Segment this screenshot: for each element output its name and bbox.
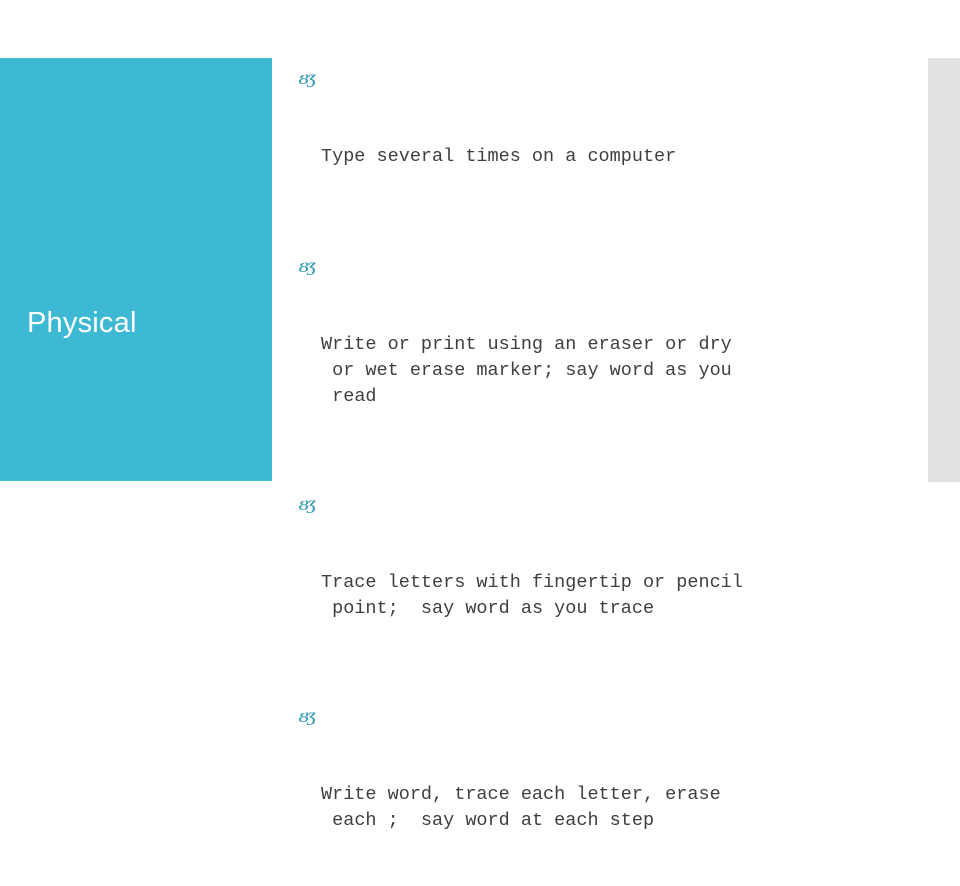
- bullet-ornament-icon: ȢƷ: [299, 710, 316, 726]
- list-item: ȢƷ Type several times on a computer: [299, 66, 899, 222]
- list-item-text: Write or print using an eraser or dry or…: [321, 334, 732, 407]
- slide-canvas: Physical ȢƷ Type several times on a comp…: [0, 0, 960, 831]
- bullet-list: ȢƷ Type several times on a computer ȢƷ W…: [299, 66, 899, 886]
- list-item: ȢƷ Write word, trace each letter, erase …: [299, 704, 899, 886]
- list-item-text: Write word, trace each letter, erase eac…: [321, 784, 721, 831]
- page-title: Physical: [27, 307, 137, 339]
- list-item-text: Type several times on a computer: [321, 146, 677, 167]
- right-edge-strip: [928, 58, 960, 482]
- bullet-ornament-icon: ȢƷ: [299, 260, 316, 276]
- bullet-ornament-icon: ȢƷ: [299, 498, 316, 514]
- list-item: ȢƷ Write or print using an eraser or dry…: [299, 254, 899, 462]
- list-item: ȢƷ Trace letters with fingertip or penci…: [299, 492, 899, 674]
- title-panel: Physical: [0, 58, 272, 481]
- list-item-text: Trace letters with fingertip or pencil p…: [321, 572, 743, 619]
- bullet-ornament-icon: ȢƷ: [299, 72, 316, 88]
